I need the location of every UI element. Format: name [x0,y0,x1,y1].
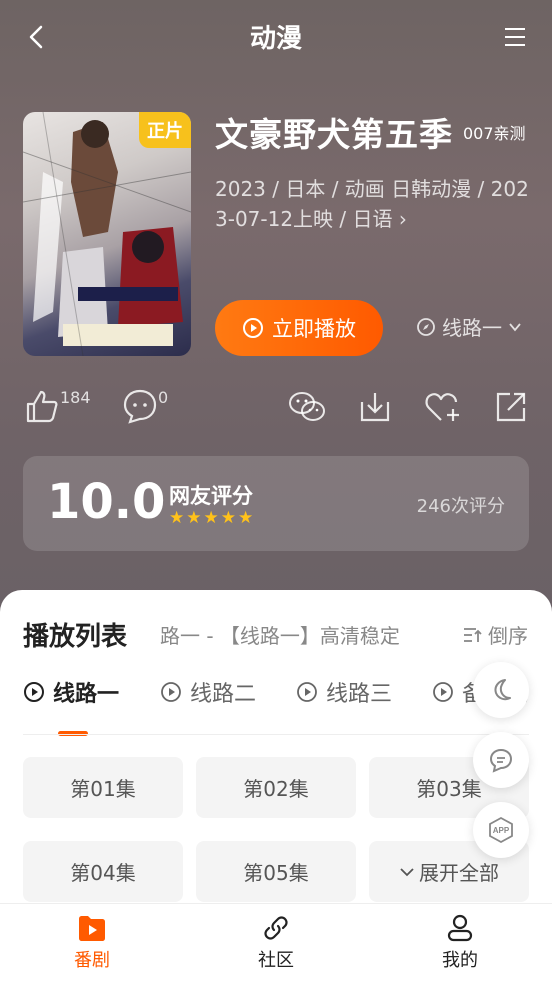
nav-item-community[interactable]: 社区 [216,914,336,972]
sort-button[interactable]: 倒序 [462,620,528,649]
wechat-share-button[interactable] [288,390,326,428]
like-count: 184 [60,388,91,407]
star-icon: ★ [238,508,254,528]
tab-label: 线路二 [190,682,257,707]
nav-item-profile[interactable]: 我的 [400,914,520,972]
comment-bubble-icon [123,389,157,424]
play-circle-icon [297,682,317,702]
comment-count: 0 [158,388,169,407]
star-icon: ★ [220,508,236,528]
feedback-button[interactable] [473,732,529,788]
route-tabs: 线路一 线路二 线路三 备用线 [0,676,552,736]
tab-route-2[interactable]: 线路二 [160,676,256,708]
heart-plus-icon [425,393,459,421]
route-selector-label: 线路一 [442,316,502,340]
play-circle-icon [24,682,44,702]
link-icon [264,916,288,940]
divider [23,734,529,735]
top-bar: 动漫 [0,0,552,72]
svg-text:APP: APP [493,826,510,835]
tab-label: 线路三 [326,682,393,707]
user-icon [447,914,473,942]
rating-score: 10.0 [47,474,166,530]
star-icon: ★ [203,508,219,528]
episode-item[interactable]: 第05集 [196,841,356,902]
chevron-down-icon [509,322,521,331]
tester-tag: 007亲测 [463,124,526,143]
episode-item[interactable]: 第01集 [23,757,183,818]
play-circle-icon [433,682,453,702]
poster-badge: 正片 [139,112,191,148]
like-button[interactable] [24,388,60,428]
play-now-button[interactable]: 立即播放 [215,300,383,356]
rating-card: 10.0 网友评分 ★ ★ ★ ★ ★ 246次评分 [23,456,529,551]
nav-label: 我的 [442,950,478,971]
rating-count: 246次评分 [416,496,505,517]
moon-icon [494,679,511,701]
play-circle-icon [243,318,263,338]
download-button[interactable] [358,390,392,428]
bottom-nav: 番剧 社区 我的 [0,903,552,981]
poster-image[interactable]: 正片 [23,112,191,356]
tab-label: 线路一 [53,682,120,707]
hero-section: 动漫 正片 文豪野犬第五季 007亲测 2023 / 日本 / 动画 日韩动漫 … [0,0,552,620]
message-icon [489,748,513,773]
expand-all-label: 展开全部 [419,861,499,885]
action-row: 184 0 [0,388,552,432]
route-marquee: 路一 - 【线路一】高清稳定 [160,620,410,648]
download-icon [360,393,390,422]
favorite-button[interactable] [424,390,462,428]
rating-stars: ★ ★ ★ ★ ★ [169,510,253,527]
thumbs-up-icon [26,390,58,423]
anime-title: 文豪野犬第五季 [215,115,453,154]
episode-item[interactable]: 第04集 [23,841,183,902]
compass-icon [417,317,435,336]
tab-route-1[interactable]: 线路一 [23,676,119,708]
playlist-title: 播放列表 [23,622,128,652]
play-circle-icon [161,682,181,702]
menu-icon [505,28,525,46]
comment-button[interactable] [122,388,158,428]
playlist-sheet: 播放列表 路一 - 【线路一】高清稳定 倒序 线路一 线路二 线路三 备用线 第… [0,590,552,903]
nav-label: 社区 [258,950,294,971]
nav-item-bangumi[interactable]: 番剧 [32,914,152,972]
sort-icon [464,627,482,642]
anime-meta[interactable]: 2023 / 日本 / 动画 日韩动漫 / 2023-07-12上映 / 日语 … [215,174,533,234]
rating-label: 网友评分 [169,484,253,508]
episode-item[interactable]: 第02集 [196,757,356,818]
star-icon: ★ [169,508,185,528]
wechat-icon [289,392,325,421]
poster-artwork [23,112,191,356]
star-icon: ★ [186,508,202,528]
app-download-button[interactable]: APP [473,802,529,858]
route-selector[interactable]: 线路一 [416,312,522,341]
chevron-down-icon [400,867,414,876]
share-button[interactable] [494,390,528,428]
menu-button[interactable] [502,24,528,50]
route-marquee-text: 路一 - 【线路一】高清稳定 [160,624,400,648]
play-now-label: 立即播放 [272,317,356,341]
night-mode-button[interactable] [473,662,529,718]
nav-label: 番剧 [74,950,110,971]
app-icon: APP [489,816,513,844]
folder-play-icon [79,916,105,941]
sort-label: 倒序 [488,624,528,648]
share-external-icon [496,392,526,422]
page-title: 动漫 [249,24,302,54]
tab-route-3[interactable]: 线路三 [296,676,392,708]
